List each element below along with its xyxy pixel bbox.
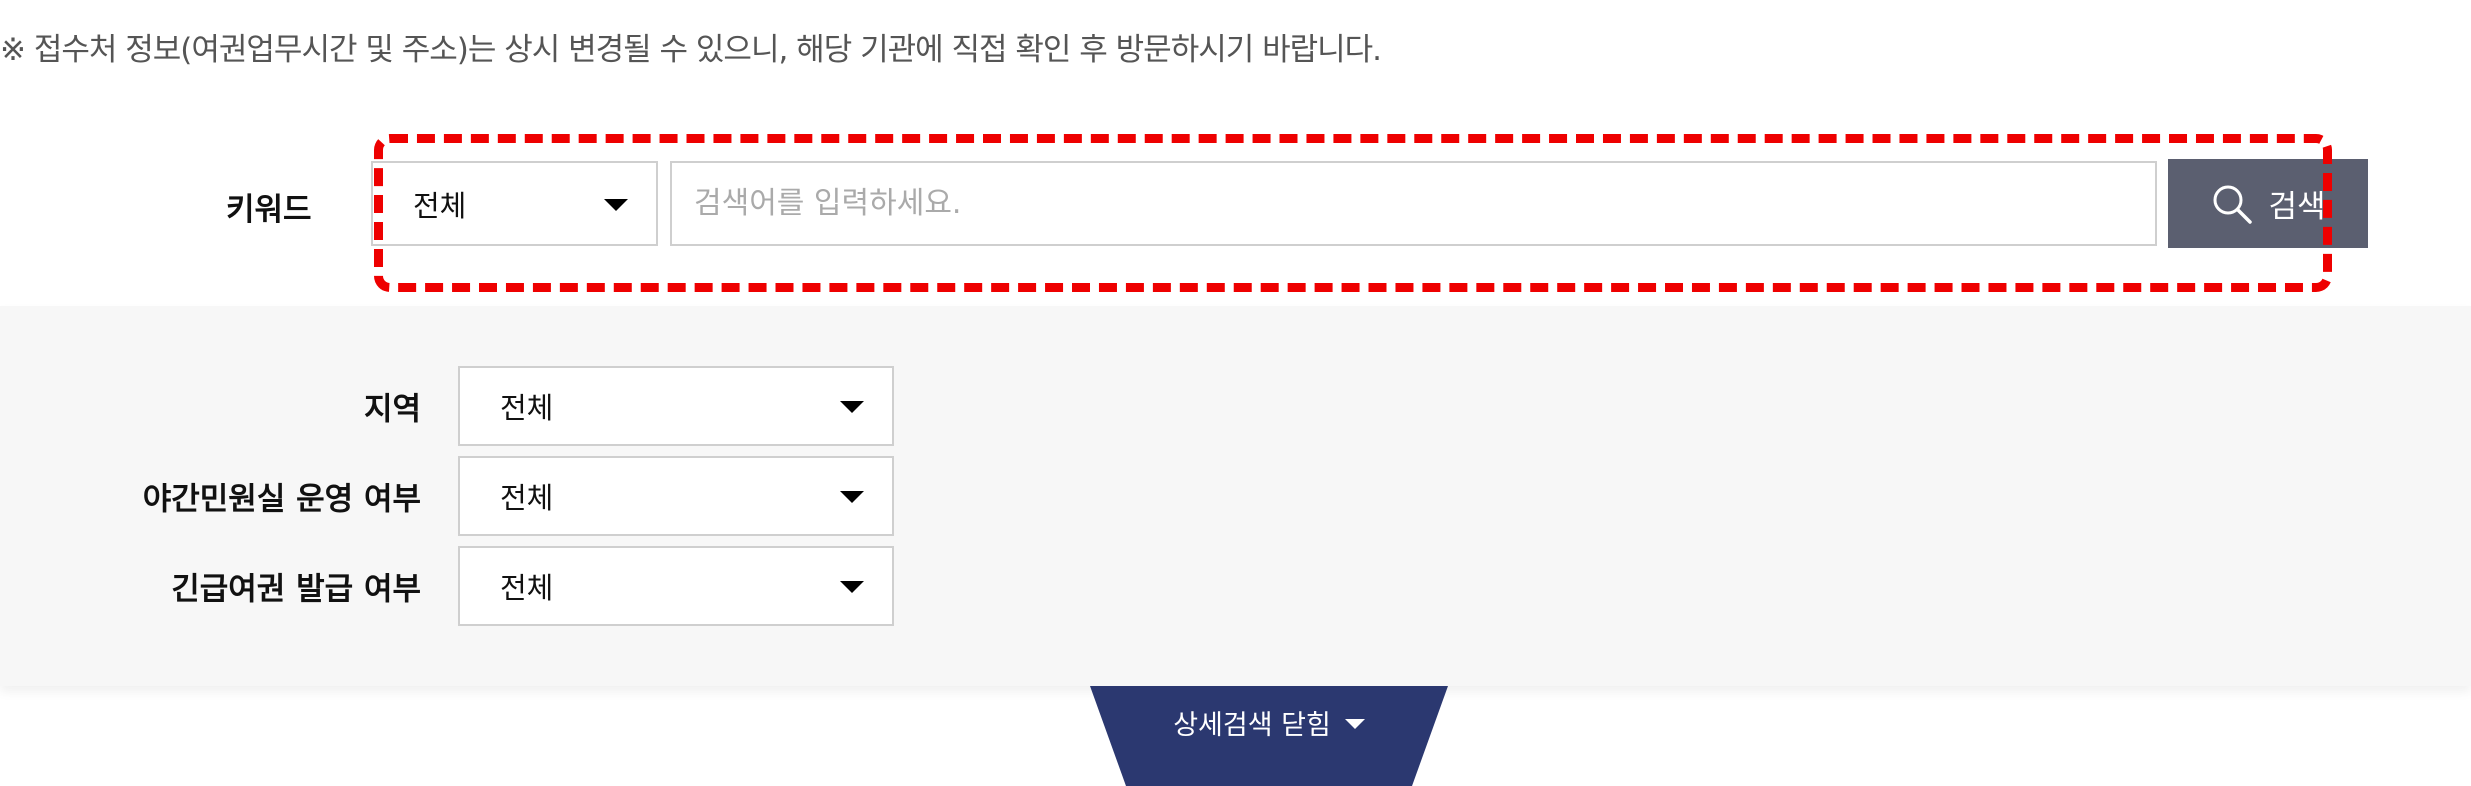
region-select-value: 전체: [500, 391, 554, 425]
filter-label-night-office: 야간민원실 운영 여부: [142, 481, 421, 518]
filter-row-night-office: 야간민원실 운영 여부 전체: [0, 456, 2471, 536]
chevron-down-icon: [604, 198, 628, 211]
search-button-label: 검색: [2268, 189, 2326, 224]
night-office-select-value: 전체: [500, 481, 554, 515]
keyword-label: 키워드: [226, 192, 312, 228]
keyword-type-value: 전체: [413, 188, 467, 223]
detail-search-toggle-label: 상세검색 닫힘: [1173, 709, 1331, 741]
notice-text: ※ 접수처 정보(여권업무시간 및 주소)는 상시 변경될 수 있으니, 해당 …: [0, 32, 1382, 68]
toggle-content: 상세검색 닫힘: [1090, 686, 1448, 758]
urgent-passport-select[interactable]: 전체: [458, 546, 894, 626]
filter-row-region: 지역 전체: [0, 366, 2471, 446]
detail-search-panel: 지역 전체 야간민원실 운영 여부 전체 긴급여권 발급 여부 전체: [0, 306, 2471, 686]
night-office-select[interactable]: 전체: [458, 456, 894, 536]
region-select[interactable]: 전체: [458, 366, 894, 446]
chevron-down-icon: [840, 581, 864, 593]
page: ※ 접수처 정보(여권업무시간 및 주소)는 상시 변경될 수 있으니, 해당 …: [0, 0, 2471, 786]
filter-label-urgent-passport: 긴급여권 발급 여부: [171, 571, 421, 608]
search-input[interactable]: [670, 161, 2157, 246]
urgent-passport-select-value: 전체: [500, 571, 554, 605]
search-button[interactable]: 검색: [2168, 159, 2368, 248]
filter-label-region: 지역: [363, 391, 421, 428]
chevron-down-icon: [840, 491, 864, 503]
keyword-search-area: 키워드 전체 검색: [0, 98, 2471, 308]
search-icon: [2213, 185, 2253, 224]
filter-row-urgent-passport: 긴급여권 발급 여부 전체: [0, 546, 2471, 626]
keyword-type-select[interactable]: 전체: [371, 161, 658, 246]
caret-down-icon: [1344, 719, 1365, 729]
detail-search-toggle[interactable]: 상세검색 닫힘: [1090, 686, 1448, 786]
chevron-down-icon: [840, 401, 864, 413]
